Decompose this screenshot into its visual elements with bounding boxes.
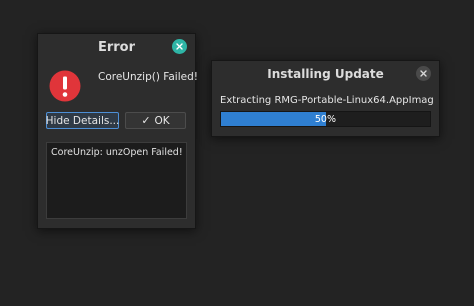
progress-label: 50%	[314, 113, 336, 125]
error-message: CoreUnzip() Failed!	[98, 71, 198, 83]
hide-details-button[interactable]: Hide Details...	[46, 112, 119, 129]
close-icon	[176, 43, 183, 50]
hide-details-label: Hide Details...	[45, 114, 120, 127]
installing-update-dialog: Installing Update Extracting RMG-Portabl…	[211, 60, 440, 137]
error-icon	[49, 70, 81, 102]
error-dialog-close-button[interactable]	[172, 39, 187, 54]
check-icon: ✓	[141, 114, 151, 127]
install-status-text: Extracting RMG-Portable-Linux64.AppImage…	[220, 95, 433, 106]
installing-update-close-button[interactable]	[416, 66, 431, 81]
ok-label: OK	[154, 114, 170, 127]
details-text-area[interactable]: CoreUnzip: unzOpen Failed!	[46, 142, 187, 219]
installing-update-title: Installing Update	[267, 67, 384, 81]
error-dialog: Error CoreUnzip() Failed! Hide Details..…	[37, 33, 198, 229]
details-text: CoreUnzip: unzOpen Failed!	[51, 147, 183, 158]
progress-bar: 50%	[220, 111, 431, 127]
ok-button[interactable]: ✓ OK	[125, 112, 186, 129]
close-icon	[420, 70, 427, 77]
